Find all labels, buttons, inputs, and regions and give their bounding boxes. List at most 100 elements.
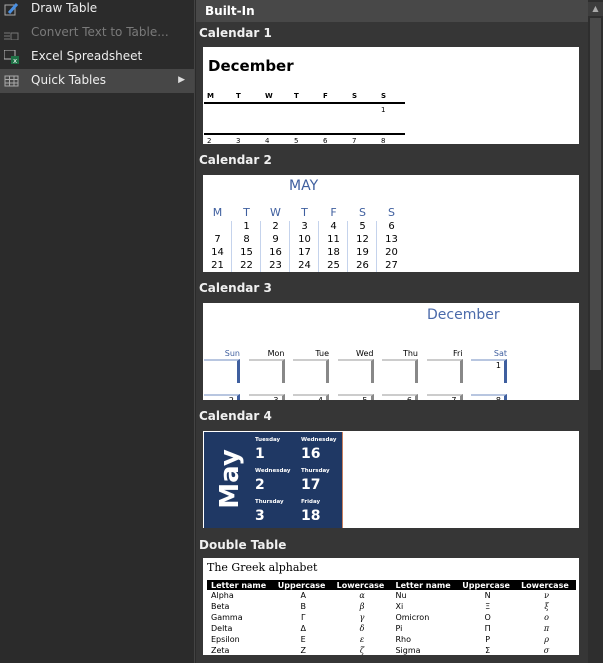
table-cell: Beta (211, 602, 230, 611)
table-cell: Β (300, 602, 306, 611)
date-cell: 5 (294, 137, 299, 144)
quick-tables-gallery: Built-In Calendar 1 December M 2 T 3 W 4 T 5 F 6 S… (196, 0, 588, 663)
date-number: 16 (301, 446, 321, 462)
table-row: Delta Δδ Pi Ππ (207, 623, 576, 634)
day-header: Sun (224, 349, 240, 358)
greek-table: Letter name Uppercase Lowercase Letter name… (207, 580, 576, 655)
calendar-2-preview[interactable]: MAY M 7 14 21 T 1 8 15 22 W 2 9 16 23 T 3 10 17 24 F 4 11 18 25… (203, 175, 579, 272)
table-row: Zeta Ζζ Sigma Σσ (207, 645, 576, 655)
menu-item-convert-text-to-table[interactable]: Convert Text to Table... (0, 21, 194, 45)
table-cell: Ε (300, 635, 306, 644)
day-header: Wed (356, 349, 374, 358)
insert-table-menu: Draw Table Convert Text to Table... x Ex… (0, 0, 195, 663)
table-cell: Rho (395, 635, 411, 644)
table-cell: Γ (300, 613, 306, 622)
gallery-label: Calendar 3 (199, 281, 272, 295)
day-header: Thu (402, 349, 418, 358)
date-cell: 1 (381, 106, 386, 114)
date-cell (204, 359, 240, 383)
table-cell: β (359, 602, 365, 611)
date-cell: 12 (356, 234, 369, 245)
day-header: Tue (315, 349, 329, 358)
divider (204, 133, 405, 135)
column-header: Uppercase (273, 580, 333, 590)
table-cell: π (543, 624, 550, 633)
table-cell: Ν (484, 591, 491, 600)
convert-text-icon (4, 25, 19, 41)
vertical-scrollbar[interactable]: ▲ (588, 0, 603, 663)
date-number: 2 (255, 477, 265, 493)
menu-item-label: Draw Table (31, 1, 98, 15)
date-cell: 18 (327, 247, 340, 258)
date-cell: 3 (301, 221, 308, 232)
day-header: W (270, 206, 281, 219)
date-cell: 2 (272, 221, 279, 232)
date-cell: 2 (207, 137, 212, 144)
weekday-label: Thursday (301, 468, 330, 474)
date-number: 18 (301, 508, 321, 524)
svg-text:x: x (13, 57, 17, 64)
day-header: W (265, 92, 273, 100)
double-table-preview[interactable]: The Greek alphabet Letter name Uppercase L… (203, 558, 579, 655)
day-header: T (243, 206, 250, 219)
calendar-1-preview[interactable]: December M 2 T 3 W 4 T 5 F 6 S 7 S 1 8 (203, 47, 579, 144)
gallery-label: Calendar 1 (199, 26, 272, 40)
date-cell: 15 (240, 247, 253, 258)
scroll-up-icon[interactable]: ▲ (588, 2, 603, 16)
date-cell: 3 (248, 394, 285, 400)
column-header: Letter name (207, 580, 274, 590)
day-header: F (330, 206, 337, 219)
date-cell: 4 (265, 137, 270, 144)
day-header: S (359, 206, 366, 219)
gallery-label: Double Table (199, 538, 287, 552)
month-title: December (427, 307, 500, 323)
column-header: Lowercase (517, 580, 576, 590)
calendar-4-preview[interactable]: May Tuesday 1 Wednesday 16 Wednesday 2 Thursda… (203, 431, 579, 528)
date-cell: 20 (385, 247, 398, 258)
date-cell: 8 (381, 137, 386, 144)
date-cell: 17 (298, 247, 311, 258)
day-header: S (352, 92, 358, 100)
date-cell: 11 (327, 234, 340, 245)
date-cell: 4 (293, 394, 329, 400)
menu-item-draw-table[interactable]: Draw Table (0, 0, 194, 21)
date-cell: 19 (356, 247, 369, 258)
date-cell: 3 (236, 137, 241, 144)
date-cell (426, 359, 463, 383)
gallery-header: Built-In (196, 0, 588, 22)
date-cell: 24 (298, 260, 311, 271)
table-cell: Ξ (485, 602, 491, 611)
table-cell: Pi (395, 624, 403, 633)
column-header: Uppercase (458, 580, 518, 590)
month-title: December (208, 57, 294, 75)
draw-table-icon (4, 1, 19, 16)
date-cell: 6 (382, 394, 418, 400)
date-cell: 8 (243, 234, 250, 245)
date-cell: 23 (269, 260, 282, 271)
date-cell: 25 (327, 260, 340, 271)
table-cell: α (359, 591, 365, 600)
day-header: T (294, 92, 299, 100)
table-cell: Ο (484, 613, 491, 622)
date-cell: 5 (337, 394, 374, 400)
date-cell: 1 (243, 221, 250, 232)
excel-icon: x (3, 49, 19, 65)
date-cell: 10 (298, 234, 311, 245)
table-cell: δ (359, 624, 365, 633)
gallery-label: Calendar 2 (199, 153, 272, 167)
scrollbar-thumb[interactable] (590, 18, 601, 370)
date-cell: 6 (323, 137, 328, 144)
date-cell: 8 (471, 394, 507, 400)
table-cell: Nu (395, 591, 407, 600)
table-cell: ο (544, 613, 549, 622)
day-header: M (212, 206, 223, 219)
day-header: M (207, 92, 214, 100)
table-cell: ρ (544, 635, 549, 644)
calendar-3-preview[interactable]: December Sun 2 Mon 3 Tue 4 Wed 5 Thu 6 Fri 7 Sat1 8 (203, 303, 579, 400)
date-cell: 1 (471, 359, 507, 383)
date-cell (337, 359, 374, 383)
menu-item-excel-spreadsheet[interactable]: x Excel Spreadsheet (0, 45, 194, 69)
menu-item-quick-tables[interactable]: Quick Tables ▶ (0, 69, 194, 93)
month-title: MAY (289, 178, 319, 194)
date-cell: 7 (214, 234, 221, 245)
